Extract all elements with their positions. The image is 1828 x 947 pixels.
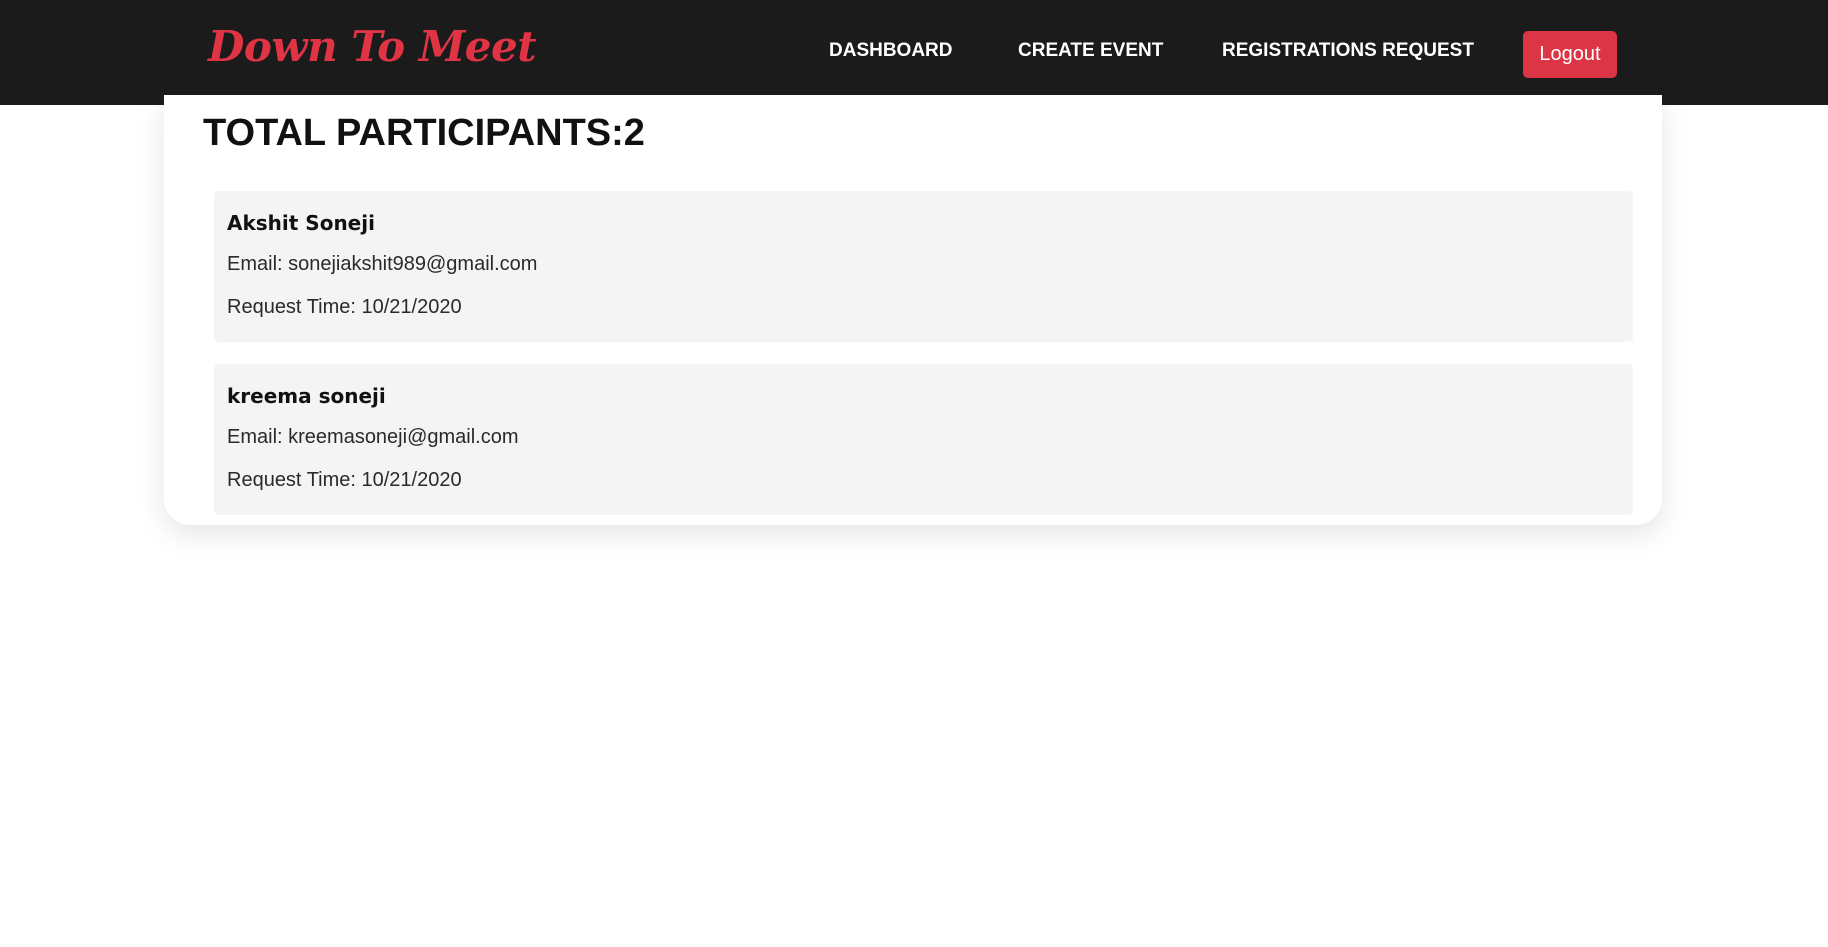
- nav-dashboard-link[interactable]: DASHBOARD: [829, 40, 953, 62]
- participant-name: Akshit Soneji: [227, 211, 375, 235]
- participant-email: Email: kreemasoneji@gmail.com: [227, 426, 519, 448]
- participant-request-time: Request Time: 10/21/2020: [227, 469, 462, 491]
- page-title: TOTAL PARTICIPANTS:2: [203, 112, 645, 154]
- brand-logo[interactable]: Down To Meet: [208, 22, 537, 71]
- participant-item: Akshit Soneji Email: sonejiakshit989@gma…: [214, 191, 1633, 342]
- participant-name: kreema soneji: [227, 384, 386, 408]
- logout-button[interactable]: Logout: [1523, 31, 1617, 78]
- participant-email: Email: sonejiakshit989@gmail.com: [227, 253, 538, 275]
- participant-request-time: Request Time: 10/21/2020: [227, 296, 462, 318]
- participant-item: kreema soneji Email: kreemasoneji@gmail.…: [214, 364, 1633, 515]
- top-navbar: Down To Meet DASHBOARD CREATE EVENT REGI…: [0, 0, 1828, 105]
- nav-registrations-request-link[interactable]: REGISTRATIONS REQUEST: [1222, 40, 1474, 62]
- nav-create-event-link[interactable]: CREATE EVENT: [1018, 40, 1163, 62]
